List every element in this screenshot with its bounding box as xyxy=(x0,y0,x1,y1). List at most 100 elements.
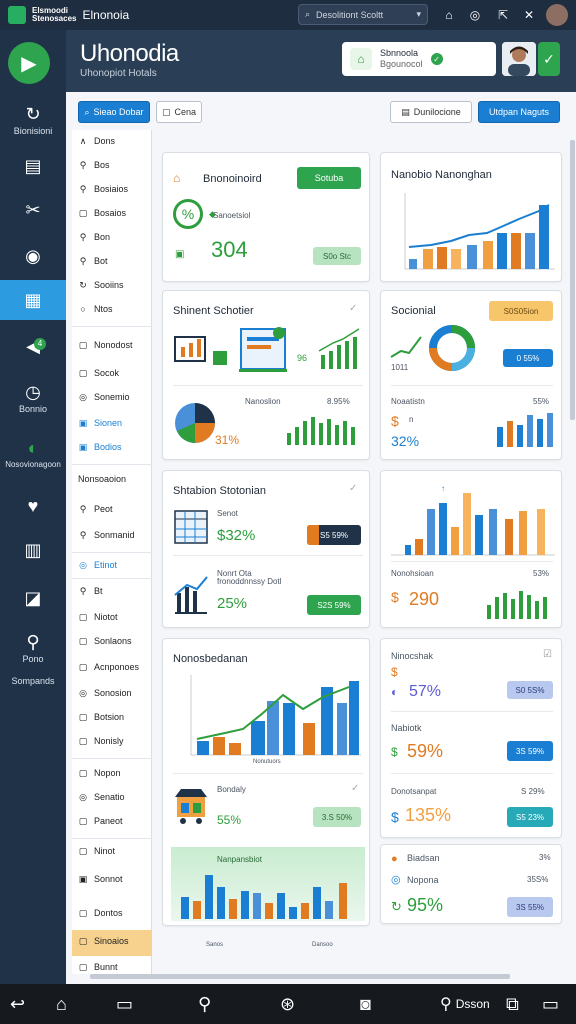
bar-chart xyxy=(487,591,547,619)
nav-item[interactable]: ▢ Nopon xyxy=(78,767,121,779)
nav-item[interactable]: ∧ Dons xyxy=(78,136,115,147)
nav-item[interactable]: ▢ Socok xyxy=(78,368,119,379)
confirm-button[interactable]: ✓ xyxy=(538,42,560,76)
window-icon[interactable]: ▭ xyxy=(116,994,133,1015)
chart-card[interactable]: Nanobio Nanonghan xyxy=(380,152,562,282)
circle-icon: ○ xyxy=(80,304,86,314)
logo-icon[interactable]: ▶ xyxy=(8,42,50,84)
checkbox-icon[interactable]: ☑ xyxy=(543,649,552,660)
row-label: Noaatistn xyxy=(391,397,425,406)
nav-item[interactable]: ▢ Ninot xyxy=(78,846,115,857)
avatar[interactable] xyxy=(502,42,536,76)
nav-item[interactable]: ▢ Nonodost xyxy=(78,340,133,351)
check-icon: ✓ xyxy=(351,783,360,794)
nav-item[interactable]: ▢ Niotot xyxy=(78,612,118,623)
location-icon: ♥ xyxy=(27,495,39,516)
nav-item[interactable]: ⚲ Bos xyxy=(78,160,110,171)
apps-icon[interactable]: ⊛ xyxy=(280,994,295,1015)
nav-item-active[interactable]: ◎ Etinot xyxy=(78,560,117,571)
square-icon: ▢ xyxy=(78,661,88,672)
house-icon: ⌂ xyxy=(173,171,181,185)
sidebar-item-3[interactable]: ✂ xyxy=(0,198,66,224)
legend-value: 8.95% xyxy=(327,397,350,406)
search-input[interactable]: ⌕ Desolitiont Scoltt ▾ xyxy=(298,4,428,25)
nav-item-active[interactable]: ▣ Sionen xyxy=(78,418,122,429)
nav-item[interactable]: ▢ Dontos xyxy=(78,908,123,919)
multiwindow-icon[interactable]: ▭ xyxy=(542,994,559,1015)
card-title: Socionial xyxy=(391,305,436,317)
card-button[interactable]: Sotuba xyxy=(297,167,361,189)
chart-card[interactable]: Shinent Schotier ✓ 96 Nanoslion 8.95% 31… xyxy=(162,290,370,460)
nav-item[interactable]: ▢ Paneot xyxy=(78,816,123,827)
nav-item[interactable]: ▢ Bosaios xyxy=(78,208,126,219)
sidebar-item-10[interactable]: ▥ xyxy=(0,538,66,564)
close-icon[interactable]: ✕ xyxy=(520,6,538,24)
nav-item[interactable]: ◎ Sonosion xyxy=(78,687,131,699)
square-icon: ▢ xyxy=(78,711,88,722)
nav-item[interactable]: ⚲ Bot xyxy=(78,256,108,267)
nav-item[interactable]: ⚲ Sonmanid xyxy=(78,530,135,541)
card-value: 55% xyxy=(217,813,242,827)
nav-item-active[interactable]: ▣ Bodios xyxy=(78,442,122,453)
share-icon[interactable]: ⇱ xyxy=(494,6,512,24)
summary-card[interactable]: ⌂ Bnonoinoird Sotuba % ◆ Sanoetsiol ▣ 30… xyxy=(162,152,370,282)
circle-icon: ◐ xyxy=(391,685,399,699)
nav-item[interactable]: ▢ Nonisly xyxy=(78,736,124,747)
cart-icon[interactable]: ⌂ xyxy=(440,6,458,24)
settings-icon: ◎ xyxy=(79,687,87,698)
nav-item[interactable]: ↻ Sooiins xyxy=(78,280,123,291)
sidebar-item-1[interactable]: ↻ Bionisioni xyxy=(0,102,66,140)
primary-button[interactable]: ⌕ Sieao Dobar xyxy=(78,101,150,123)
sidebar-item-11[interactable]: ◪ xyxy=(0,586,66,612)
profile-avatar[interactable] xyxy=(546,4,568,26)
stats-card[interactable]: Shtabion Stotonian ✓ Senot $32% S5 59% N… xyxy=(162,470,370,628)
sidebar-item-9[interactable]: ♥ xyxy=(0,494,66,520)
secondary-button[interactable]: ▢ Cena xyxy=(156,101,202,123)
sidebar-item-6[interactable]: ◀ 4 xyxy=(0,334,66,360)
vertical-scrollbar[interactable] xyxy=(570,140,575,420)
chevron-down-icon: ▾ xyxy=(416,9,421,19)
nav-item[interactable]: ○ Ntos xyxy=(78,304,112,314)
nav-item[interactable]: ◎ Sonemio xyxy=(78,392,129,403)
nav-item[interactable]: ▢ Sinoaios xyxy=(78,936,129,947)
nav-item[interactable]: ⚲ Bosiaios xyxy=(78,184,128,195)
nav-item[interactable]: ▢ Acnponoes xyxy=(78,661,139,673)
card-title: Bnonoinoird xyxy=(203,173,262,185)
horizontal-scrollbar[interactable] xyxy=(90,974,510,979)
chart-card[interactable]: ↑ Nonohsioan 53% $ 290 xyxy=(380,470,562,628)
sidebar-item-5[interactable]: ▦ xyxy=(0,280,66,320)
nav-item[interactable]: ⚲ Peot xyxy=(78,504,113,515)
sidebar-item-13[interactable]: Sompands xyxy=(0,676,66,692)
back-icon[interactable]: ↩ xyxy=(10,994,25,1015)
settings-icon[interactable]: ◎ xyxy=(466,6,484,24)
user-card[interactable]: ⌂ Sbnnoola Bgounocol ✓ xyxy=(342,42,496,76)
brand-text: Elsmoodi Stenosaces xyxy=(32,6,77,23)
nav-item[interactable]: ⚲ Bt xyxy=(78,586,103,597)
bottom-search[interactable]: ⚲ Dsson xyxy=(440,994,490,1014)
sidebar-item-8[interactable]: ◐ Nosovionagoon xyxy=(0,436,66,476)
nav-item[interactable]: ▣ Sonnot xyxy=(78,874,123,885)
export-button[interactable]: ▤ Dunilocione xyxy=(390,101,472,123)
stats-card[interactable]: ● Biadsan 3% ◎ Nopona 35S% ↻ 95% 3S 55% xyxy=(380,844,562,924)
sidebar-item-7[interactable]: ◷ Bonnio xyxy=(0,380,66,420)
home-icon[interactable]: ⌂ xyxy=(56,994,67,1015)
square-icon: ▢ xyxy=(78,767,88,778)
stats-card[interactable]: Ninocshak ☑ $ ◐ 57% S0 5S% Nabiotk $ 59%… xyxy=(380,638,562,838)
card-title: Shtabion Stotonian xyxy=(173,485,266,497)
camera-icon[interactable]: ◙ xyxy=(360,994,371,1015)
chart-card[interactable]: Socionial S0S05ion 1011 0 55% Noaatistn … xyxy=(380,290,562,460)
sidebar-item-12[interactable]: ⚲ Pono xyxy=(0,630,66,670)
action-button[interactable]: Utdpan Naguts xyxy=(478,101,560,123)
nav-item[interactable]: ▢ Bunnt xyxy=(78,962,118,973)
nav-item[interactable]: ▢ Botsion xyxy=(78,711,124,723)
refresh-icon: ↻ xyxy=(391,899,402,914)
nav-item[interactable]: ▢ Sonlaons xyxy=(78,636,132,647)
search-icon[interactable]: ⚲ xyxy=(198,994,211,1015)
chart-card[interactable]: Nonosbedanan Nonutuors ✓ Bondaly 55% 3.S… xyxy=(162,638,370,926)
sidebar-item-4[interactable]: ◉ xyxy=(0,244,66,270)
nav-item[interactable]: ◎ Senatio xyxy=(78,792,124,803)
crop-icon[interactable]: ⧉ xyxy=(506,994,519,1015)
nav-item[interactable]: ⚲ Bon xyxy=(78,232,110,243)
sidebar-item-2[interactable]: ▤ xyxy=(0,154,66,180)
card-title: Nanobio Nanonghan xyxy=(391,169,492,181)
